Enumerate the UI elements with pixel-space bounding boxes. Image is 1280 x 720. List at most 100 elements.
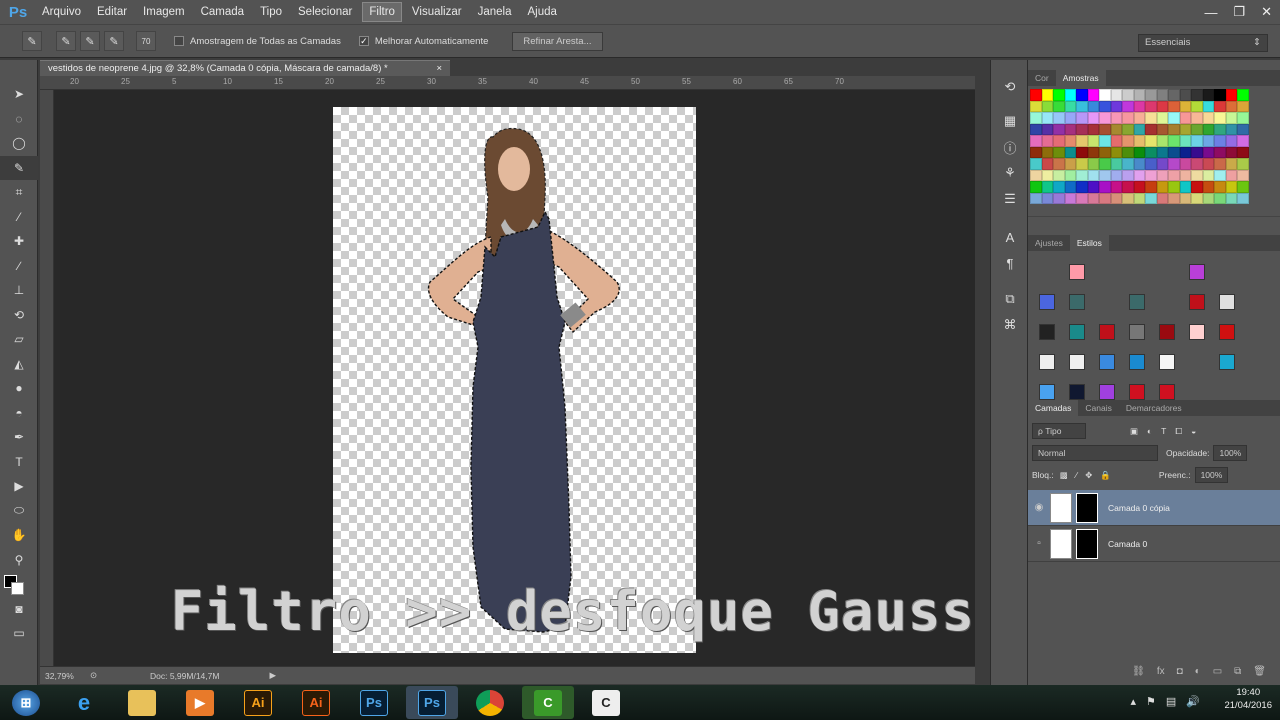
swatch[interactable] xyxy=(1087,181,1099,193)
style-preset[interactable] xyxy=(1092,287,1122,317)
swatch[interactable] xyxy=(1133,192,1145,204)
swatch[interactable] xyxy=(1225,123,1237,135)
swatch[interactable] xyxy=(1133,169,1145,181)
swatch[interactable] xyxy=(1133,123,1145,135)
swatch[interactable] xyxy=(1041,135,1053,147)
eye-hidden-icon[interactable]: ▫ xyxy=(1028,538,1050,549)
swatch[interactable] xyxy=(1076,89,1088,101)
adjustments-panel-icon[interactable]: ☰ xyxy=(991,186,1029,212)
swatch[interactable] xyxy=(1053,123,1065,135)
swatch[interactable] xyxy=(1202,181,1214,193)
swatch[interactable] xyxy=(1064,112,1076,124)
add-to-selection-icon[interactable]: ✎ xyxy=(80,31,100,51)
swatch[interactable] xyxy=(1145,112,1157,124)
menu-selecionar[interactable]: Selecionar xyxy=(292,3,358,21)
swatch[interactable] xyxy=(1087,112,1099,124)
info-panel-icon[interactable]: ⓘ xyxy=(991,134,1029,160)
shape-tool-icon[interactable]: ⬭ xyxy=(0,499,38,524)
swatch[interactable] xyxy=(1087,146,1099,158)
swatch[interactable] xyxy=(1202,135,1214,147)
swatch[interactable] xyxy=(1191,89,1203,101)
swatch[interactable] xyxy=(1237,158,1249,170)
swatch[interactable] xyxy=(1087,158,1099,170)
swatch[interactable] xyxy=(1237,181,1249,193)
swatch[interactable] xyxy=(1053,158,1065,170)
menu-camada[interactable]: Camada xyxy=(195,3,250,21)
swatch[interactable] xyxy=(1191,181,1203,193)
swatch[interactable] xyxy=(1099,135,1111,147)
swatch[interactable] xyxy=(1122,89,1134,101)
swatch[interactable] xyxy=(1156,146,1168,158)
file-explorer-icon[interactable] xyxy=(116,686,168,719)
swatch[interactable] xyxy=(1156,135,1168,147)
menu-editar[interactable]: Editar xyxy=(91,3,133,21)
quick-selection-tool-icon[interactable]: ✎ xyxy=(0,155,38,180)
swatch[interactable] xyxy=(1122,112,1134,124)
swatch[interactable] xyxy=(1099,100,1111,112)
brush-size-picker[interactable]: 70 xyxy=(136,31,156,51)
swatch[interactable] xyxy=(1191,158,1203,170)
swatch[interactable] xyxy=(1030,192,1042,204)
swatch[interactable] xyxy=(1214,158,1226,170)
menu-ajuda[interactable]: Ajuda xyxy=(521,3,562,21)
style-preset[interactable] xyxy=(1122,347,1152,377)
swatch[interactable] xyxy=(1053,146,1065,158)
history-panel-icon[interactable]: ⟲ xyxy=(991,74,1029,100)
swatch[interactable] xyxy=(1237,146,1249,158)
swatch[interactable] xyxy=(1133,181,1145,193)
coreldraw-icon[interactable]: C xyxy=(522,686,574,719)
swatch[interactable] xyxy=(1179,100,1191,112)
swatch[interactable] xyxy=(1168,89,1180,101)
swatch[interactable] xyxy=(1237,89,1249,101)
swatch[interactable] xyxy=(1076,112,1088,124)
swatch[interactable] xyxy=(1225,100,1237,112)
swatch[interactable] xyxy=(1145,100,1157,112)
swatch[interactable] xyxy=(1099,112,1111,124)
path-selection-icon[interactable]: ▶ xyxy=(0,474,38,499)
healing-brush-icon[interactable]: ✚ xyxy=(0,229,38,254)
tab-channels[interactable]: Canais xyxy=(1078,400,1118,416)
style-preset[interactable] xyxy=(1152,287,1182,317)
chrome-icon[interactable] xyxy=(464,686,516,719)
swatch[interactable] xyxy=(1202,89,1214,101)
swatch[interactable] xyxy=(1156,181,1168,193)
swatch[interactable] xyxy=(1191,123,1203,135)
swatch[interactable] xyxy=(1110,158,1122,170)
swatch[interactable] xyxy=(1041,112,1053,124)
menu-filtro[interactable]: Filtro xyxy=(362,2,402,22)
swatch[interactable] xyxy=(1041,146,1053,158)
photoshop-active-icon[interactable]: Ps xyxy=(406,686,458,719)
swatch[interactable] xyxy=(1099,146,1111,158)
clock[interactable]: 19:40 21/04/2016 xyxy=(1224,686,1272,712)
coreldraw-icon[interactable]: C xyxy=(580,686,632,719)
swatch[interactable] xyxy=(1145,158,1157,170)
swatch[interactable] xyxy=(1202,158,1214,170)
style-preset[interactable] xyxy=(1032,287,1062,317)
swatch[interactable] xyxy=(1156,169,1168,181)
fill-input[interactable]: 100% xyxy=(1194,467,1229,483)
swatch[interactable] xyxy=(1237,112,1249,124)
minimize-button[interactable]: — xyxy=(1204,5,1217,20)
swatch[interactable] xyxy=(1133,158,1145,170)
swatch[interactable] xyxy=(1030,181,1042,193)
eye-icon[interactable]: ◉ xyxy=(1028,502,1050,513)
swatch[interactable] xyxy=(1179,112,1191,124)
style-preset[interactable] xyxy=(1062,317,1092,347)
swatch[interactable] xyxy=(1041,123,1053,135)
trash-icon[interactable]: 🗑 xyxy=(1253,666,1266,682)
swatch[interactable] xyxy=(1168,181,1180,193)
swatch[interactable] xyxy=(1145,169,1157,181)
swatch[interactable] xyxy=(1214,89,1226,101)
style-preset[interactable] xyxy=(1152,317,1182,347)
swatch[interactable] xyxy=(1202,123,1214,135)
swatch[interactable] xyxy=(1064,89,1076,101)
swatch[interactable] xyxy=(1030,158,1042,170)
character-panel-icon[interactable]: A xyxy=(991,224,1029,250)
swatch[interactable] xyxy=(1225,112,1237,124)
swatch[interactable] xyxy=(1191,146,1203,158)
swatch[interactable] xyxy=(1145,146,1157,158)
swatch[interactable] xyxy=(1145,89,1157,101)
swatch[interactable] xyxy=(1122,181,1134,193)
link-layers-icon[interactable]: ⛓ xyxy=(1132,666,1145,682)
swatch[interactable] xyxy=(1202,100,1214,112)
